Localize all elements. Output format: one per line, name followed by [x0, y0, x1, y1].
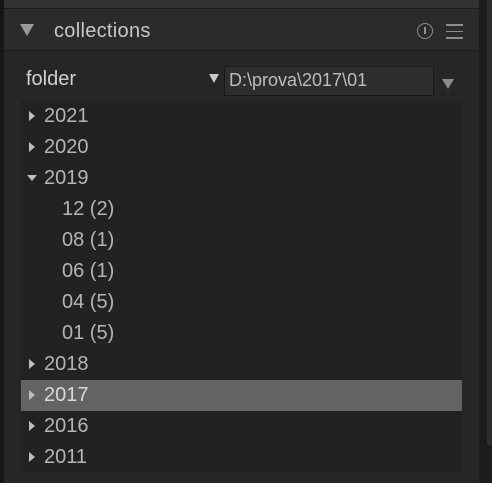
folder-path-input[interactable]: D:\prova\2017\01	[224, 66, 434, 96]
scrollbar-gap	[487, 445, 492, 483]
expand-arrow-icon[interactable]	[29, 452, 35, 462]
tree-row-label: 2011	[44, 446, 88, 468]
tree-row-label: 2016	[44, 415, 89, 437]
tree-row-2017[interactable]: 2017	[21, 380, 462, 411]
rule-property-label[interactable]: folder	[26, 68, 76, 91]
expand-arrow-icon[interactable]	[29, 421, 35, 431]
tree-row-label: 04 (5)	[62, 291, 115, 313]
tree-row-label: 2018	[44, 353, 89, 375]
tree-row-2021[interactable]: 2021	[21, 101, 462, 132]
rule-mode-dropdown-icon[interactable]	[442, 79, 454, 89]
collections-header[interactable]: collections	[4, 8, 479, 51]
folder-tree: 2021 2020 2019 12 (2) 08 (1) 06 (1) 04 (…	[21, 101, 462, 472]
tree-row-label: 01 (5)	[62, 322, 115, 344]
tree-row-label: 2017	[44, 384, 89, 406]
tree-row-2019-08[interactable]: 08 (1)	[21, 225, 462, 256]
menu-icon[interactable]	[446, 24, 463, 39]
tree-row-label: 06 (1)	[62, 260, 115, 282]
property-dropdown-arrow-icon[interactable]	[209, 74, 219, 83]
collapse-arrow-icon[interactable]	[20, 24, 34, 36]
expand-arrow-icon[interactable]	[29, 390, 35, 400]
tree-row-2020[interactable]: 2020	[21, 132, 462, 163]
panel-title: collections	[54, 20, 151, 42]
tree-row-label: 2019	[44, 167, 89, 189]
expand-arrow-icon[interactable]	[29, 359, 35, 369]
tree-row-2011[interactable]: 2011	[21, 442, 462, 473]
tree-row-2019[interactable]: 2019	[21, 163, 462, 194]
tree-row-label: 12 (2)	[62, 198, 115, 220]
tree-row-2019-12[interactable]: 12 (2)	[21, 194, 462, 225]
scrollbar-track[interactable]	[487, 0, 492, 483]
collapse-arrow-icon[interactable]	[27, 175, 37, 181]
tree-row-2019-06[interactable]: 06 (1)	[21, 256, 462, 287]
expand-arrow-icon[interactable]	[29, 111, 35, 121]
info-icon[interactable]	[417, 23, 433, 39]
collection-rule-row: folder D:\prova\2017\01	[4, 62, 479, 98]
tree-row-2019-01[interactable]: 01 (5)	[21, 318, 462, 349]
panel-bottom	[4, 472, 479, 483]
panel-top-strip	[4, 0, 479, 8]
tree-row-2018[interactable]: 2018	[21, 349, 462, 380]
tree-row-label: 2021	[44, 105, 89, 127]
tree-row-2016[interactable]: 2016	[21, 411, 462, 442]
tree-row-label: 08 (1)	[62, 229, 115, 251]
tree-row-2019-04[interactable]: 04 (5)	[21, 287, 462, 318]
expand-arrow-icon[interactable]	[29, 142, 35, 152]
tree-row-label: 2020	[44, 136, 89, 158]
